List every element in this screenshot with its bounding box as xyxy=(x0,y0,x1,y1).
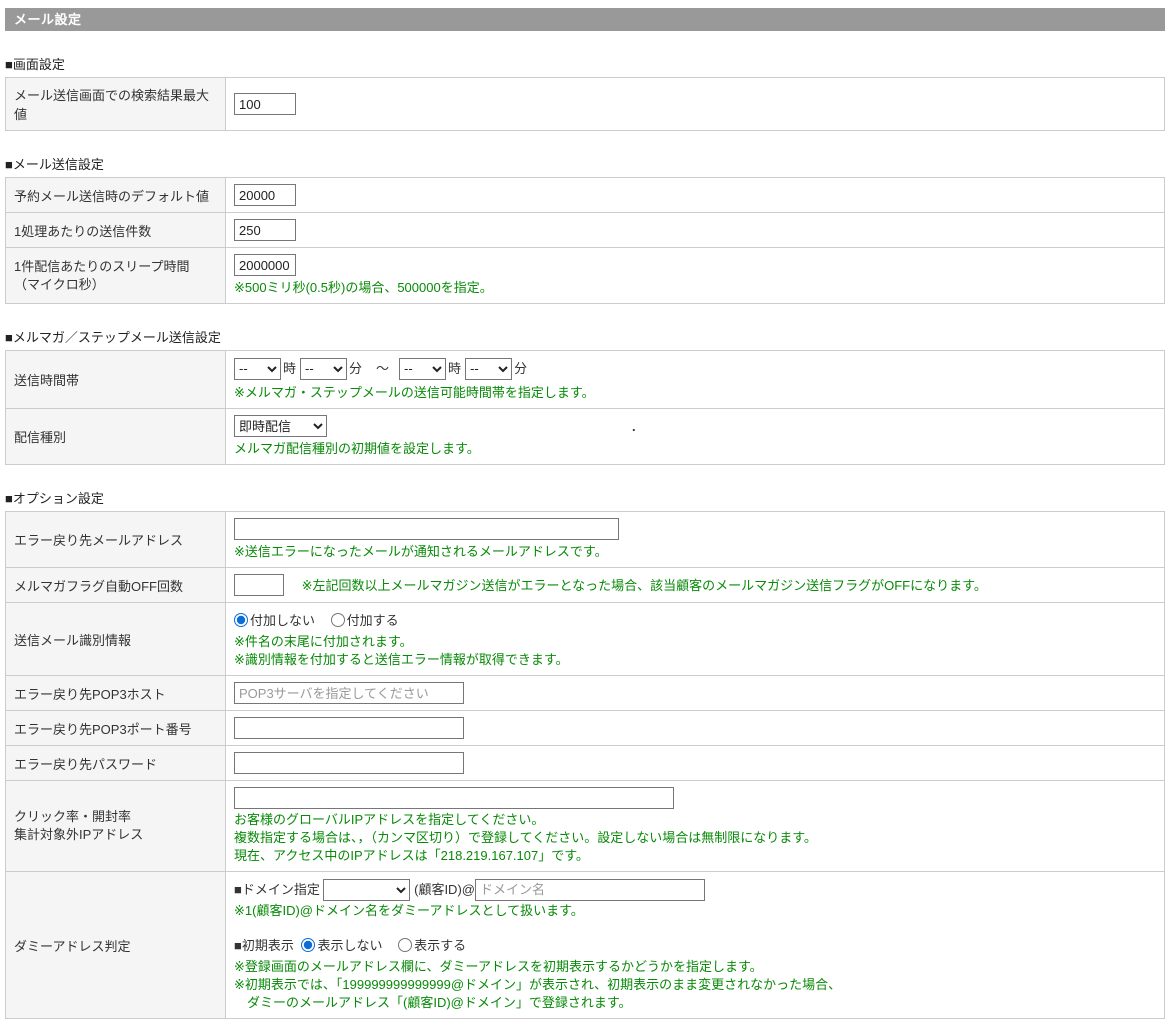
mail-id-info-note2: ※識別情報を付加すると送信エラー情報が取得できます。 xyxy=(234,651,1156,669)
range-tilde: ～ xyxy=(376,361,389,376)
table-row-auto-off-count: メルマガフラグ自動OFF回数 ※左記回数以上メールマガジン送信がエラーとなった場… xyxy=(6,568,1165,603)
sleep-time-note: ※500ミリ秒(0.5秒)の場合、500000を指定。 xyxy=(234,279,1156,297)
end-hour-unit: 時 xyxy=(448,361,461,376)
domain-name-input[interactable] xyxy=(475,879,705,901)
table-row-max-results: メール送信画面での検索結果最大値 xyxy=(6,78,1165,131)
initial-display-hide-option[interactable]: 表示しない xyxy=(301,938,386,953)
row-label-mail-id-info: 送信メール識別情報 xyxy=(6,603,226,676)
mail-id-on-label: 付加する xyxy=(347,613,399,628)
section-heading-send-settings: ■メール送信設定 xyxy=(5,154,1165,173)
end-hour-select[interactable]: -- xyxy=(399,358,446,380)
sleep-time-label-line1: 1件配信あたりのスリープ時間 xyxy=(14,259,189,274)
excluded-ip-input[interactable] xyxy=(234,787,674,809)
table-row-pop3-port: エラー戻り先POP3ポート番号 xyxy=(6,711,1165,746)
row-label-error-return-email: エラー戻り先メールアドレス xyxy=(6,512,226,568)
section-heading-screen-settings: ■画面設定 xyxy=(5,54,1165,73)
row-label-delivery-type: 配信種別 xyxy=(6,409,226,465)
start-hour-unit: 時 xyxy=(283,361,296,376)
excluded-ip-note2: 複数指定する場合は、，（カンマ区切り）で登録してください。設定しない場合は無制限… xyxy=(234,829,1156,847)
domain-spec-label: ■ドメイン指定 xyxy=(234,882,320,897)
option-settings-table: エラー戻り先メールアドレス ※送信エラーになったメールが通知されるメールアドレス… xyxy=(5,511,1165,1019)
pop3-password-input[interactable] xyxy=(234,752,464,774)
row-label-pop3-port: エラー戻り先POP3ポート番号 xyxy=(6,711,226,746)
page-title: メール設定 xyxy=(5,8,1165,31)
mail-id-on-radio[interactable] xyxy=(331,613,345,627)
mail-id-off-option[interactable]: 付加しない xyxy=(234,613,319,628)
stray-dot: . xyxy=(632,419,636,434)
row-label-dummy-address: ダミーアドレス判定 xyxy=(6,872,226,1019)
mail-id-off-label: 付加しない xyxy=(250,613,315,628)
start-hour-select[interactable]: -- xyxy=(234,358,281,380)
initial-display-hide-radio[interactable] xyxy=(301,938,315,952)
auto-off-count-note: ※左記回数以上メールマガジン送信がエラーとなった場合、該当顧客のメールマガジン送… xyxy=(302,578,987,593)
pop3-port-input[interactable] xyxy=(234,717,464,739)
domain-spec-select[interactable] xyxy=(323,879,410,901)
table-row-time-range: 送信時間帯 -- 時 -- 分 ～ -- 時 -- 分 ※メルマガ・ステップメール… xyxy=(6,351,1165,409)
initial-display-show-option[interactable]: 表示する xyxy=(398,938,466,953)
mail-id-info-note1: ※件名の末尾に付加されます。 xyxy=(234,633,1156,651)
section-heading-option-settings: ■オプション設定 xyxy=(5,488,1165,507)
row-label-pop3-password: エラー戻り先パスワード xyxy=(6,746,226,781)
table-row-reserve-default: 予約メール送信時のデフォルト値 xyxy=(6,178,1165,213)
row-label-time-range: 送信時間帯 xyxy=(6,351,226,409)
row-label-excluded-ip: クリック率・開封率 集計対象外IPアドレス xyxy=(6,781,226,872)
sleep-time-input[interactable] xyxy=(234,254,296,276)
error-return-email-input[interactable] xyxy=(234,518,619,540)
row-label-per-process: 1処理あたりの送信件数 xyxy=(6,213,226,248)
customer-id-text: (顧客ID)@ xyxy=(414,882,475,897)
domain-spec-note: ※1(顧客ID)@ドメイン名をダミーアドレスとして扱います。 xyxy=(234,902,1156,920)
magazine-settings-table: 送信時間帯 -- 時 -- 分 ～ -- 時 -- 分 ※メルマガ・ステップメール… xyxy=(5,350,1165,465)
excluded-ip-label-line2: 集計対象外IPアドレス xyxy=(14,827,143,842)
reserve-default-input[interactable] xyxy=(234,184,296,206)
row-label-sleep-time: 1件配信あたりのスリープ時間 （マイクロ秒） xyxy=(6,248,226,304)
dummy-address-note1: ※登録画面のメールアドレス欄に、ダミーアドレスを初期表示するかどうかを指定します… xyxy=(234,958,1156,976)
initial-display-show-label: 表示する xyxy=(414,938,466,953)
section-heading-magazine-settings: ■メルマガ／ステップメール送信設定 xyxy=(5,327,1165,346)
start-minute-select[interactable]: -- xyxy=(300,358,347,380)
delivery-type-note: メルマガ配信種別の初期値を設定します。 xyxy=(234,440,1156,458)
mail-id-on-option[interactable]: 付加する xyxy=(331,613,399,628)
row-label-max-results: メール送信画面での検索結果最大値 xyxy=(6,78,226,131)
per-process-input[interactable] xyxy=(234,219,296,241)
table-row-pop3-password: エラー戻り先パスワード xyxy=(6,746,1165,781)
dummy-address-note2: ※初期表示では、「199999999999999@ドメイン」が表示され、初期表示… xyxy=(234,976,1156,994)
table-row-error-return-email: エラー戻り先メールアドレス ※送信エラーになったメールが通知されるメールアドレス… xyxy=(6,512,1165,568)
table-row-per-process: 1処理あたりの送信件数 xyxy=(6,213,1165,248)
row-label-auto-off-count: メルマガフラグ自動OFF回数 xyxy=(6,568,226,603)
start-minute-unit: 分 xyxy=(349,361,362,376)
error-return-email-note: ※送信エラーになったメールが通知されるメールアドレスです。 xyxy=(234,543,1156,561)
table-row-excluded-ip: クリック率・開封率 集計対象外IPアドレス お客様のグローバルIPアドレスを指定… xyxy=(6,781,1165,872)
max-results-input[interactable] xyxy=(234,93,296,115)
time-range-note: ※メルマガ・ステップメールの送信可能時間帯を指定します。 xyxy=(234,384,1156,402)
delivery-type-select[interactable]: 即時配信 xyxy=(234,415,327,437)
initial-display-hide-label: 表示しない xyxy=(317,938,382,953)
initial-display-label: ■初期表示 xyxy=(234,938,294,953)
pop3-host-input[interactable] xyxy=(234,682,464,704)
table-row-mail-id-info: 送信メール識別情報 付加しない 付加する ※件名の末尾に付加されます。 ※識別情… xyxy=(6,603,1165,676)
excluded-ip-note1: お客様のグローバルIPアドレスを指定してください。 xyxy=(234,811,1156,829)
sleep-time-label-line2: （マイクロ秒） xyxy=(14,277,105,292)
screen-settings-table: メール送信画面での検索結果最大値 xyxy=(5,77,1165,131)
excluded-ip-note3: 現在、アクセス中のIPアドレスは「218.219.167.107」です。 xyxy=(234,847,1156,865)
row-label-reserve-default: 予約メール送信時のデフォルト値 xyxy=(6,178,226,213)
send-settings-table: 予約メール送信時のデフォルト値 1処理あたりの送信件数 1件配信あたりのスリープ… xyxy=(5,177,1165,304)
excluded-ip-label-line1: クリック率・開封率 xyxy=(14,809,131,824)
mail-id-off-radio[interactable] xyxy=(234,613,248,627)
end-minute-unit: 分 xyxy=(514,361,527,376)
table-row-dummy-address: ダミーアドレス判定 ■ドメイン指定 (顧客ID)@ ※1(顧客ID)@ドメイン名… xyxy=(6,872,1165,1019)
initial-display-show-radio[interactable] xyxy=(398,938,412,952)
table-row-sleep-time: 1件配信あたりのスリープ時間 （マイクロ秒） ※500ミリ秒(0.5秒)の場合、… xyxy=(6,248,1165,304)
table-row-delivery-type: 配信種別 即時配信 . メルマガ配信種別の初期値を設定します。 xyxy=(6,409,1165,465)
spacer xyxy=(234,920,1156,934)
auto-off-count-input[interactable] xyxy=(234,574,284,596)
dummy-address-note3: ダミーのメールアドレス「(顧客ID)@ドメイン」で登録されます。 xyxy=(234,994,1156,1012)
row-label-pop3-host: エラー戻り先POP3ホスト xyxy=(6,676,226,711)
end-minute-select[interactable]: -- xyxy=(465,358,512,380)
table-row-pop3-host: エラー戻り先POP3ホスト xyxy=(6,676,1165,711)
